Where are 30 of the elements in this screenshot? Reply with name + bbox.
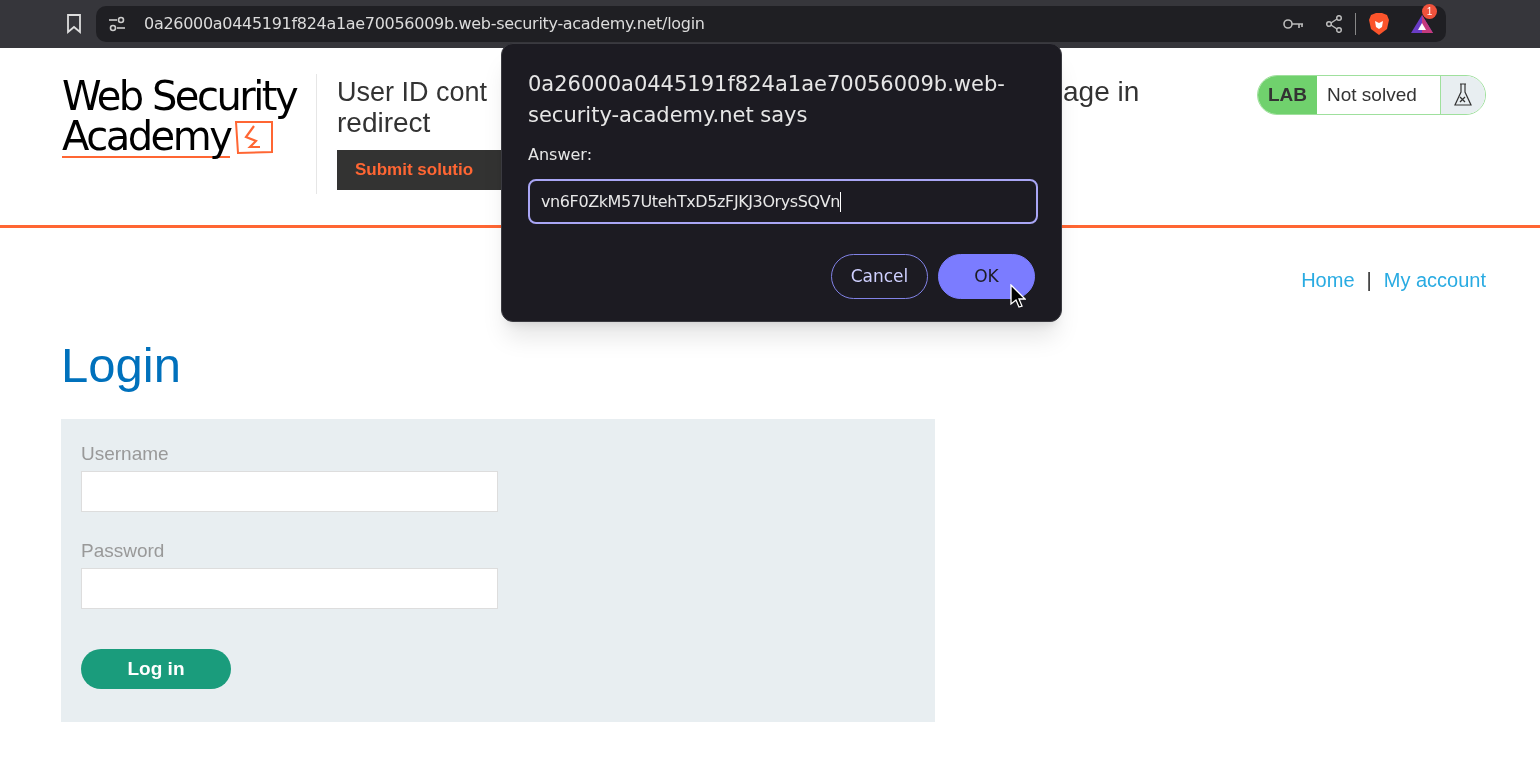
answer-field[interactable]: vn6F0ZkM57UtehTxD5zFJKJ3OrysSQVn xyxy=(528,179,1038,224)
answer-value: vn6F0ZkM57UtehTxD5zFJKJ3OrysSQVn xyxy=(541,190,840,213)
share-icon[interactable] xyxy=(1325,15,1343,33)
login-button[interactable]: Log in xyxy=(81,649,231,689)
dialog-button[interactable]: OK xyxy=(938,254,1035,299)
site-settings-icon[interactable] xyxy=(108,16,126,32)
notification-badge: 1 xyxy=(1422,4,1437,19)
page-heading: Login xyxy=(61,337,182,394)
submit-solution-button[interactable]: Submit solutio xyxy=(337,150,503,190)
address-bar[interactable]: 0a26000a0445191f824a1ae70056009b.web-security-academy.net/login 1 xyxy=(96,6,1446,42)
url-text: 0a26000a0445191f824a1ae70056009b.web-security-academy.net/login xyxy=(144,13,705,35)
field-label: Username xyxy=(81,443,170,465)
lab-title-text: age in xyxy=(1063,76,1140,108)
logo-text: Academy xyxy=(62,116,231,158)
lion-shield-icon[interactable] xyxy=(1368,12,1390,36)
nav-link[interactable]: Home xyxy=(1301,265,1355,295)
logo-bolt-icon xyxy=(234,120,275,156)
lab-title-text: User ID cont xyxy=(337,76,489,108)
lab-title-text: redirect xyxy=(337,108,431,138)
mouse-cursor-icon xyxy=(1010,284,1026,310)
nav-link[interactable]: My account xyxy=(1383,265,1486,295)
bookmark-icon[interactable] xyxy=(66,14,82,34)
input-field[interactable] xyxy=(81,471,498,512)
field-label: Password xyxy=(81,540,166,562)
nav-separator: | xyxy=(1366,268,1372,293)
dialog-prompt: Answer: xyxy=(528,144,594,166)
dialog-title: 0a26000a0445191f824a1ae70056009b.web-security-academy.net says xyxy=(528,71,1006,129)
lab-label: LAB xyxy=(1257,76,1317,114)
key-icon[interactable] xyxy=(1283,18,1305,30)
input-field[interactable] xyxy=(81,568,498,609)
